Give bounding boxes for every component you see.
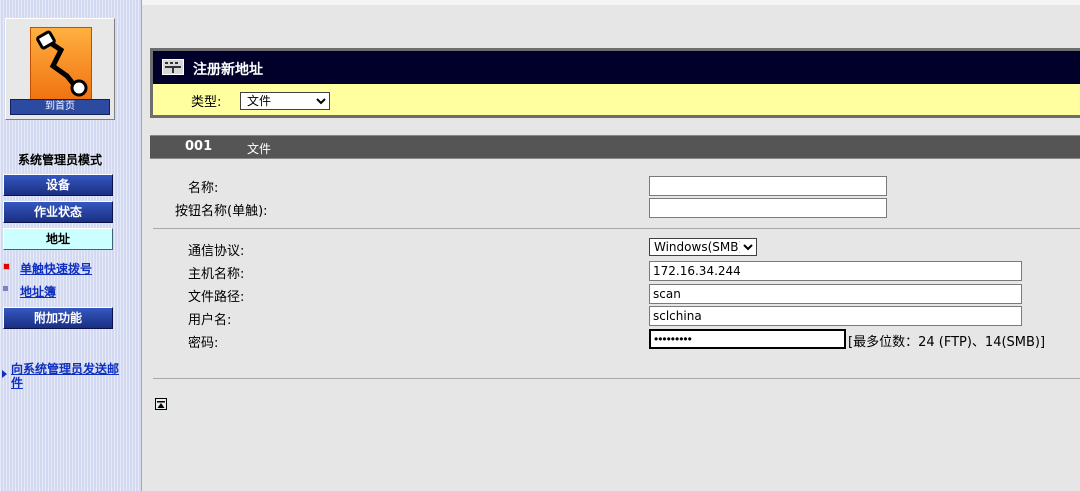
path-label: 文件路径: [188, 290, 245, 305]
nav-extra-button[interactable]: 附加功能 [3, 307, 113, 329]
protocol-label: 通信协议: [188, 244, 245, 259]
home-button[interactable]: 到首页 [5, 18, 115, 120]
page-top-icon[interactable] [155, 398, 167, 410]
page-title: 注册新地址 [193, 62, 263, 78]
section-bar: 001 文件 [150, 135, 1080, 159]
mode-title: 系统管理员模式 [17, 153, 102, 167]
button-name-label: 按钮名称(单触): [175, 204, 268, 219]
bullet-active-icon [3, 263, 10, 270]
path-input[interactable] [649, 284, 1022, 304]
nav-address-button[interactable]: 地址 [3, 228, 113, 250]
section-number: 001 [185, 139, 213, 154]
type-select[interactable]: 文件 [240, 92, 330, 110]
password-hint: [最多位数：24 (FTP)、14(SMB)] [848, 335, 1046, 350]
divider [153, 228, 1080, 229]
user-input[interactable] [649, 306, 1022, 326]
network-logo-icon [30, 27, 92, 103]
password-label: 密码: [188, 336, 219, 351]
nav-job-status-button[interactable]: 作业状态 [3, 201, 113, 223]
address-book-link[interactable]: 地址簿 [20, 283, 56, 300]
host-input[interactable] [649, 261, 1022, 281]
sidebar: 到首页 系统管理员模式 设备 作业状态 地址 单触快速拨号 地址簿 附加功能 向… [0, 0, 142, 491]
name-input[interactable] [649, 176, 887, 196]
top-strip [142, 0, 1080, 5]
nav-device-button[interactable]: 设备 [3, 174, 113, 196]
host-label: 主机名称: [188, 267, 245, 282]
user-label: 用户名: [188, 313, 232, 328]
arrow-right-icon [2, 370, 7, 378]
protocol-select[interactable]: Windows(SMB) [649, 238, 757, 256]
mail-admin-link[interactable]: 向系统管理员发送邮件 [11, 362, 121, 390]
register-header: 注册新地址 类型: 文件 [150, 48, 1080, 118]
button-name-input[interactable] [649, 198, 887, 218]
bullet-icon [3, 286, 8, 291]
section-type: 文件 [247, 142, 272, 156]
title-bar: 注册新地址 [153, 51, 1080, 84]
type-label: 类型: [191, 95, 222, 110]
speed-dial-link[interactable]: 单触快速拨号 [20, 260, 92, 277]
keypad-icon [162, 59, 184, 75]
home-label: 到首页 [10, 99, 110, 115]
name-label: 名称: [188, 181, 219, 196]
divider [153, 378, 1080, 379]
password-input[interactable] [649, 329, 846, 349]
